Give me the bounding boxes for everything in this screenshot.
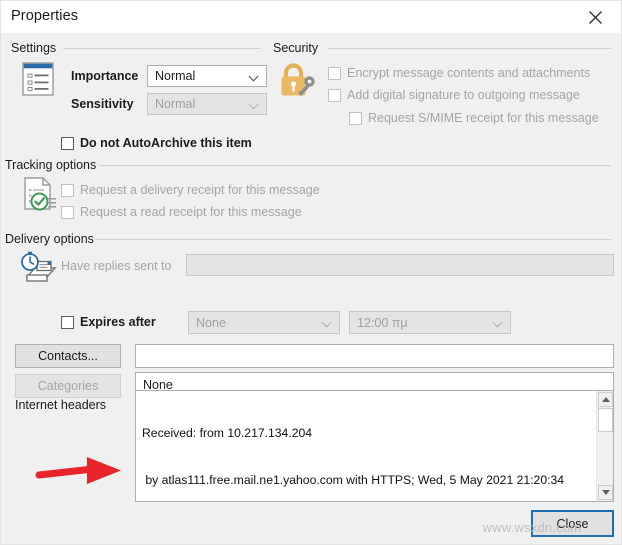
settings-group-label: Settings (11, 41, 62, 55)
internet-headers-label: Internet headers (15, 398, 107, 412)
properties-dialog: Properties Settings Importance Normal Se… (0, 0, 622, 545)
lock-key-icon (277, 61, 319, 106)
smime-receipt-label: Request S/MIME receipt for this message (368, 111, 599, 125)
internet-headers-text: Received: from 10.217.134.204 by atlas11… (142, 395, 597, 501)
checkbox-box (349, 111, 362, 125)
checkbox-box (61, 205, 74, 219)
encrypt-message-label: Encrypt message contents and attachments (347, 66, 591, 80)
expires-after-checkbox[interactable]: Expires after (61, 315, 156, 329)
importance-list-icon (21, 61, 55, 102)
contacts-field[interactable] (135, 344, 614, 368)
encrypt-message-checkbox[interactable]: Encrypt message contents and attachments (328, 66, 590, 80)
have-replies-sent-to-field[interactable] (186, 254, 614, 276)
scrollbar-thumb[interactable] (598, 408, 613, 432)
sensitivity-label: Sensitivity (71, 97, 134, 111)
expires-after-label: Expires after (80, 315, 156, 329)
checkbox-box (61, 315, 74, 329)
dialog-body: Settings Importance Normal Sensitivity N… (1, 33, 621, 544)
tracking-group-rule (99, 165, 611, 166)
delivery-receipt-checkbox[interactable]: Request a delivery receipt for this mess… (61, 183, 320, 197)
do-not-autoarchive-label: Do not AutoArchive this item (80, 136, 252, 150)
close-button-label: Close (556, 516, 589, 531)
have-replies-sent-to-label: Have replies sent to (61, 259, 172, 273)
header-line: Received: from 10.217.134.204 (142, 426, 313, 441)
settings-group-rule (63, 48, 260, 49)
categories-button[interactable]: Categories (15, 374, 121, 398)
document-check-icon (21, 176, 59, 219)
delivery-group-label: Delivery options (5, 232, 99, 246)
scroll-up-arrow-icon[interactable] (598, 392, 613, 407)
chevron-down-icon (486, 312, 510, 333)
expires-date-value: None (196, 315, 226, 330)
checkbox-box (61, 183, 74, 197)
contacts-button-label: Contacts... (38, 349, 98, 363)
title-bar: Properties (1, 1, 621, 33)
read-receipt-label: Request a read receipt for this message (80, 205, 302, 219)
importance-label: Importance (71, 69, 139, 83)
expires-time-value: 12:00 πμ (357, 315, 408, 330)
checkbox-box (328, 66, 341, 80)
chevron-down-icon (242, 94, 266, 114)
window-title: Properties (11, 8, 79, 24)
checkbox-box (61, 136, 74, 150)
digital-signature-checkbox[interactable]: Add digital signature to outgoing messag… (328, 88, 580, 102)
security-group-label: Security (273, 41, 324, 55)
headers-scrollbar[interactable] (596, 391, 613, 501)
clock-mail-icon (17, 249, 59, 292)
sensitivity-combo[interactable]: Normal (147, 93, 267, 115)
close-button[interactable]: Close (531, 510, 614, 537)
contacts-button[interactable]: Contacts... (15, 344, 121, 368)
expires-date-combo[interactable]: None (188, 311, 340, 334)
read-receipt-checkbox[interactable]: Request a read receipt for this message (61, 205, 302, 219)
digital-signature-label: Add digital signature to outgoing messag… (347, 88, 580, 102)
delivery-group-rule (94, 239, 611, 240)
importance-combo[interactable]: Normal (147, 65, 267, 87)
categories-button-label: Categories (37, 379, 99, 393)
importance-value: Normal (155, 69, 196, 83)
do-not-autoarchive-checkbox[interactable]: Do not AutoArchive this item (61, 136, 252, 150)
internet-headers-box[interactable]: Received: from 10.217.134.204 by atlas11… (135, 390, 614, 502)
security-group-rule (328, 48, 611, 49)
expires-time-combo[interactable]: 12:00 πμ (349, 311, 511, 334)
chevron-down-icon (242, 66, 266, 86)
scroll-down-arrow-icon[interactable] (598, 485, 613, 500)
tracking-group-label: Tracking options (5, 158, 102, 172)
sensitivity-value: Normal (155, 97, 196, 111)
close-icon[interactable] (573, 1, 617, 33)
delivery-receipt-label: Request a delivery receipt for this mess… (80, 183, 320, 197)
chevron-down-icon (315, 312, 339, 333)
smime-receipt-checkbox[interactable]: Request S/MIME receipt for this message (349, 111, 599, 125)
checkbox-box (328, 88, 341, 102)
close-glyph (588, 10, 602, 24)
header-line: by atlas111.free.mail.ne1.yahoo.com with… (142, 472, 565, 487)
